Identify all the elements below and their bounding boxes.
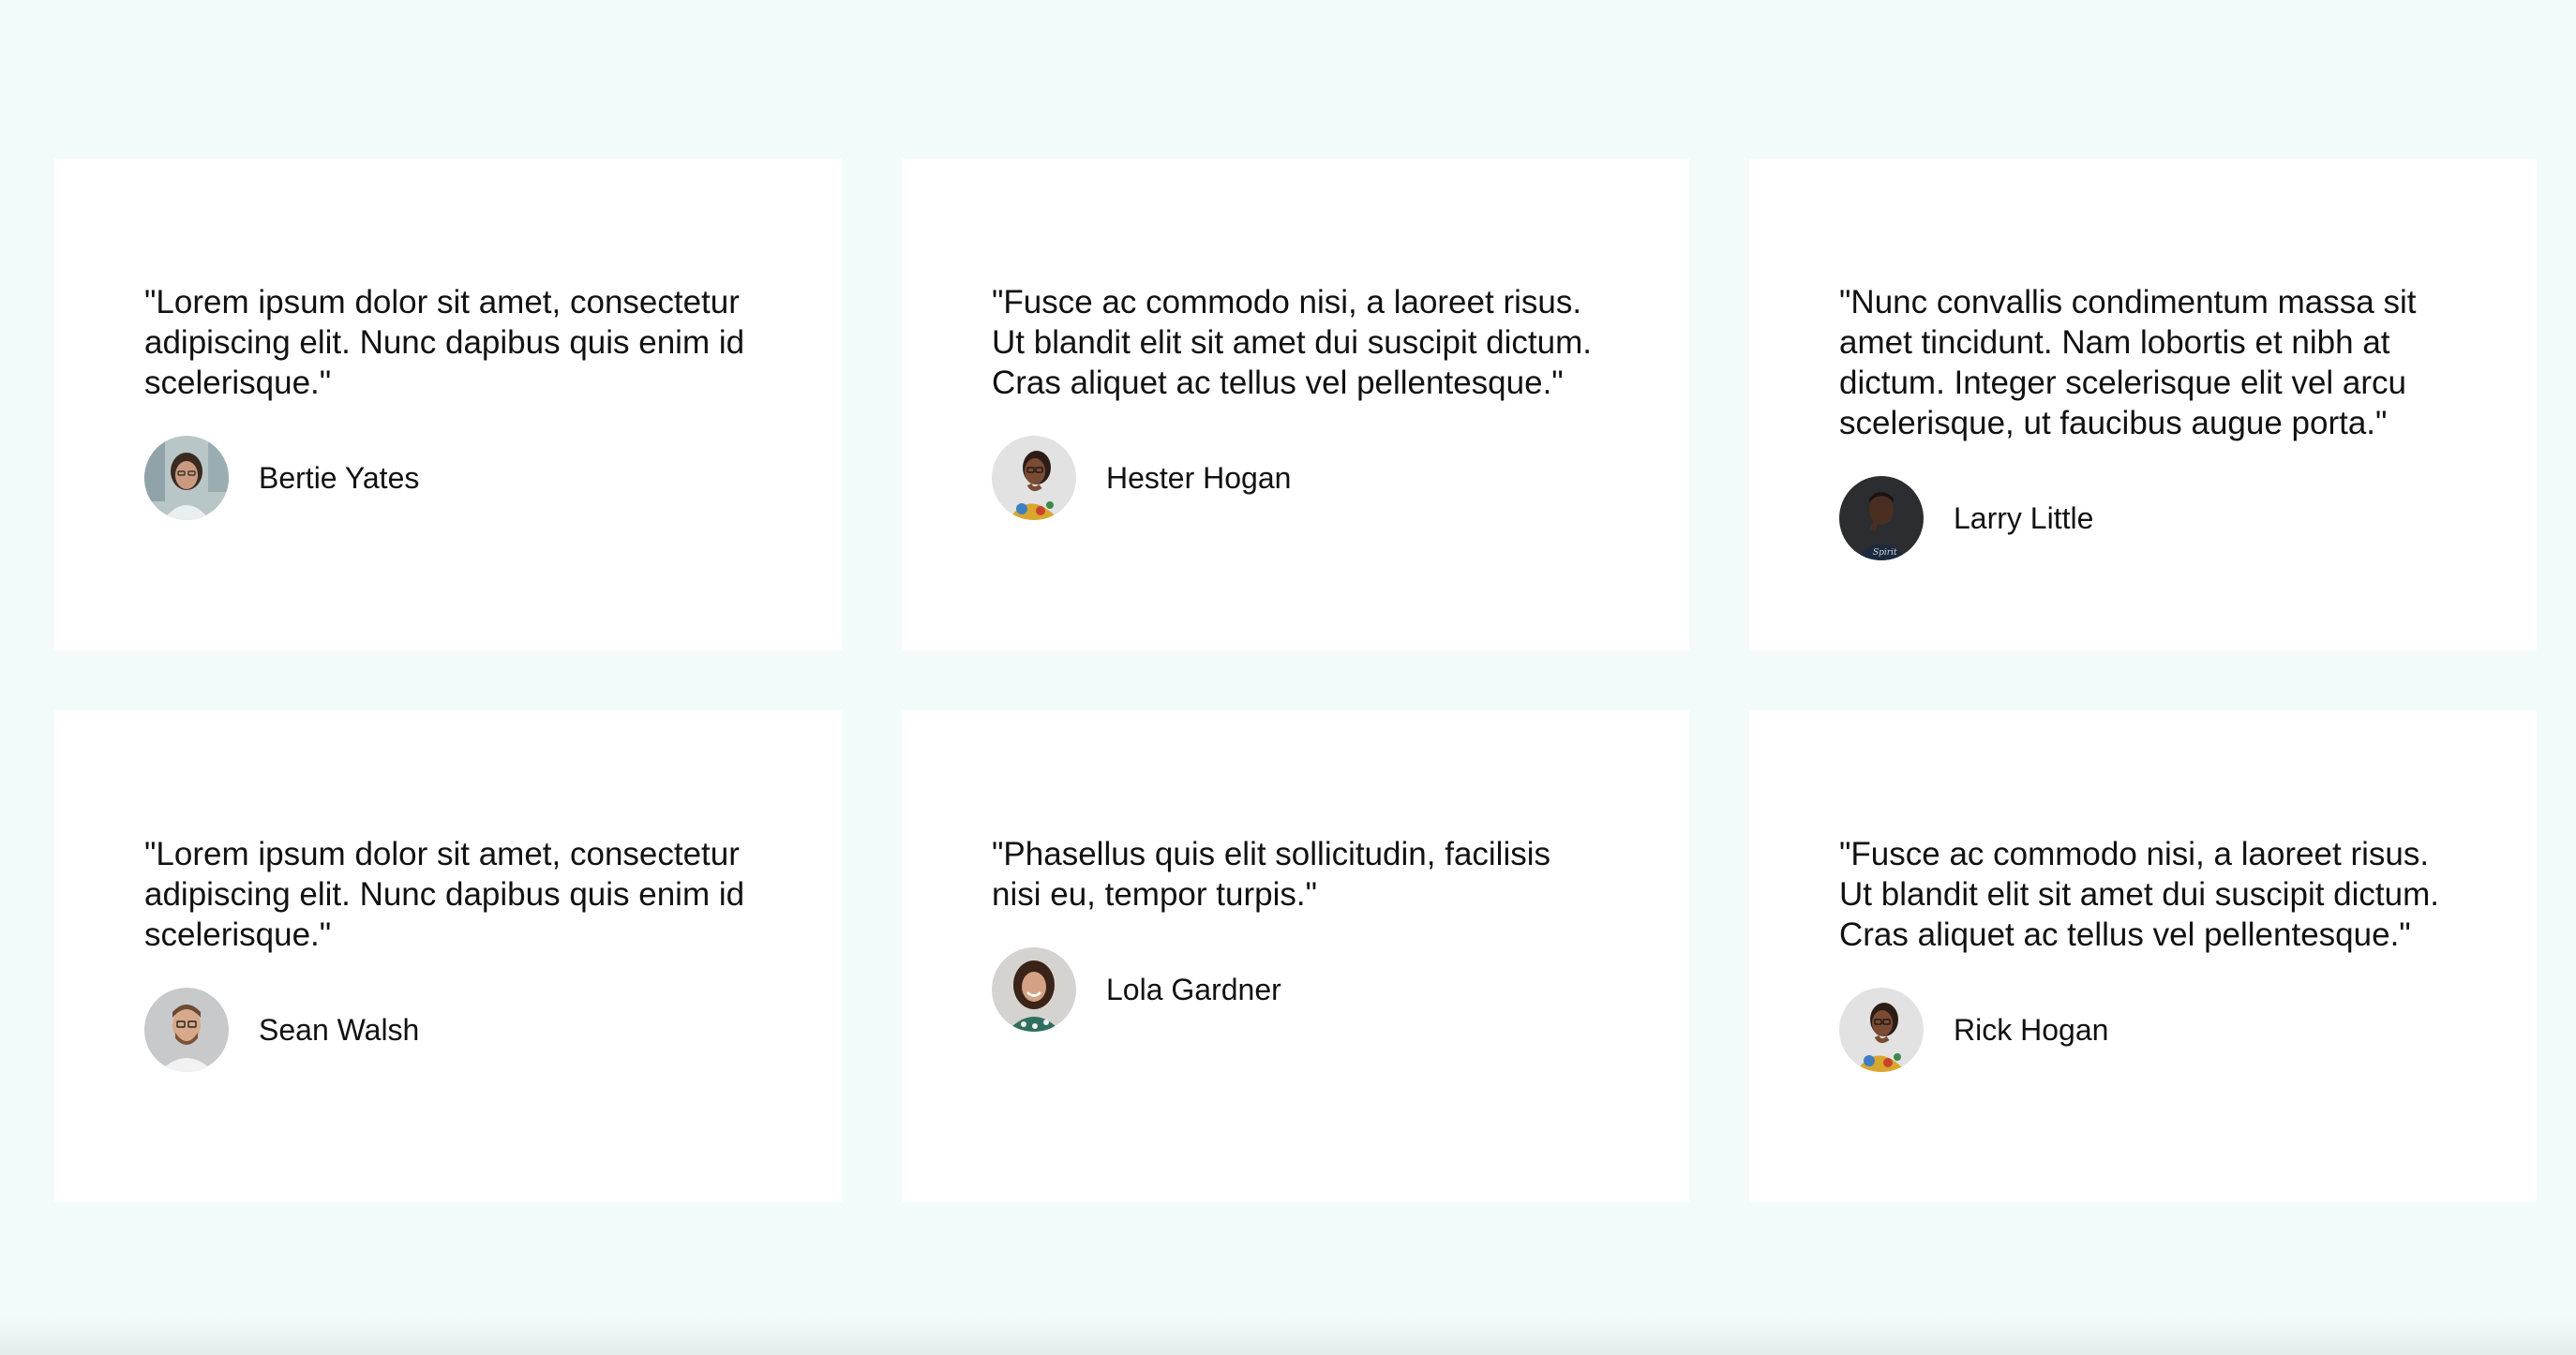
- testimonial-quote: "Nunc convallis condimentum massa sit am…: [1839, 284, 2417, 441]
- testimonial-card: "Fusce ac commodo nisi, a laoreet risus.…: [1749, 710, 2537, 1202]
- testimonial-author: Spirit Larry Little: [1839, 476, 2447, 560]
- avatar: [144, 436, 229, 520]
- author-name: Sean Walsh: [259, 1012, 420, 1047]
- author-name: Larry Little: [1954, 500, 2094, 535]
- testimonial-card: "Phasellus quis elit sollicitudin, facil…: [902, 710, 1689, 1202]
- author-name: Rick Hogan: [1954, 1012, 2109, 1047]
- testimonial-card: "Lorem ipsum dolor sit amet, consectetur…: [54, 710, 842, 1202]
- testimonial-author: Hester Hogan: [992, 436, 1599, 520]
- avatar: [992, 436, 1076, 520]
- testimonial-quote: "Fusce ac commodo nisi, a laoreet risus.…: [1839, 836, 2439, 953]
- testimonial-author: Sean Walsh: [144, 988, 752, 1072]
- avatar: [1839, 988, 1924, 1072]
- svg-text:Spirit: Spirit: [1873, 548, 1897, 558]
- testimonials-grid: "Lorem ipsum dolor sit amet, consectetur…: [54, 158, 2537, 1202]
- smiling-woman-avatar-icon: [992, 947, 1076, 1032]
- avatar: Spirit: [1839, 476, 1924, 560]
- testimonial-quote: "Lorem ipsum dolor sit amet, consectetur…: [144, 836, 745, 953]
- author-name: Bertie Yates: [259, 460, 420, 495]
- bottom-shadow: [0, 1318, 2576, 1355]
- testimonial-card: "Fusce ac commodo nisi, a laoreet risus.…: [902, 158, 1689, 650]
- author-name: Lola Gardner: [1106, 972, 1281, 1006]
- avatar: [144, 988, 229, 1072]
- testimonial-author: Rick Hogan: [1839, 988, 2447, 1072]
- author-name: Hester Hogan: [1106, 460, 1292, 495]
- testimonial-author: Bertie Yates: [144, 436, 752, 520]
- testimonial-card: "Lorem ipsum dolor sit amet, consectetur…: [54, 158, 842, 650]
- woman-with-glasses-avatar-icon: [144, 436, 229, 520]
- man-with-glasses-avatar-icon: [144, 988, 229, 1072]
- avatar: [992, 947, 1076, 1032]
- testimonial-quote: "Phasellus quis elit sollicitudin, facil…: [992, 836, 1551, 913]
- woman-in-floral-shirt-avatar-icon: [1839, 988, 1924, 1072]
- testimonial-author: Lola Gardner: [992, 947, 1599, 1032]
- testimonial-card: "Nunc convallis condimentum massa sit am…: [1749, 158, 2537, 650]
- man-dark-background-avatar-icon: Spirit: [1839, 476, 1924, 560]
- testimonial-quote: "Lorem ipsum dolor sit amet, consectetur…: [144, 284, 745, 401]
- woman-in-floral-shirt-avatar-icon: [992, 436, 1076, 520]
- testimonial-quote: "Fusce ac commodo nisi, a laoreet risus.…: [992, 284, 1592, 401]
